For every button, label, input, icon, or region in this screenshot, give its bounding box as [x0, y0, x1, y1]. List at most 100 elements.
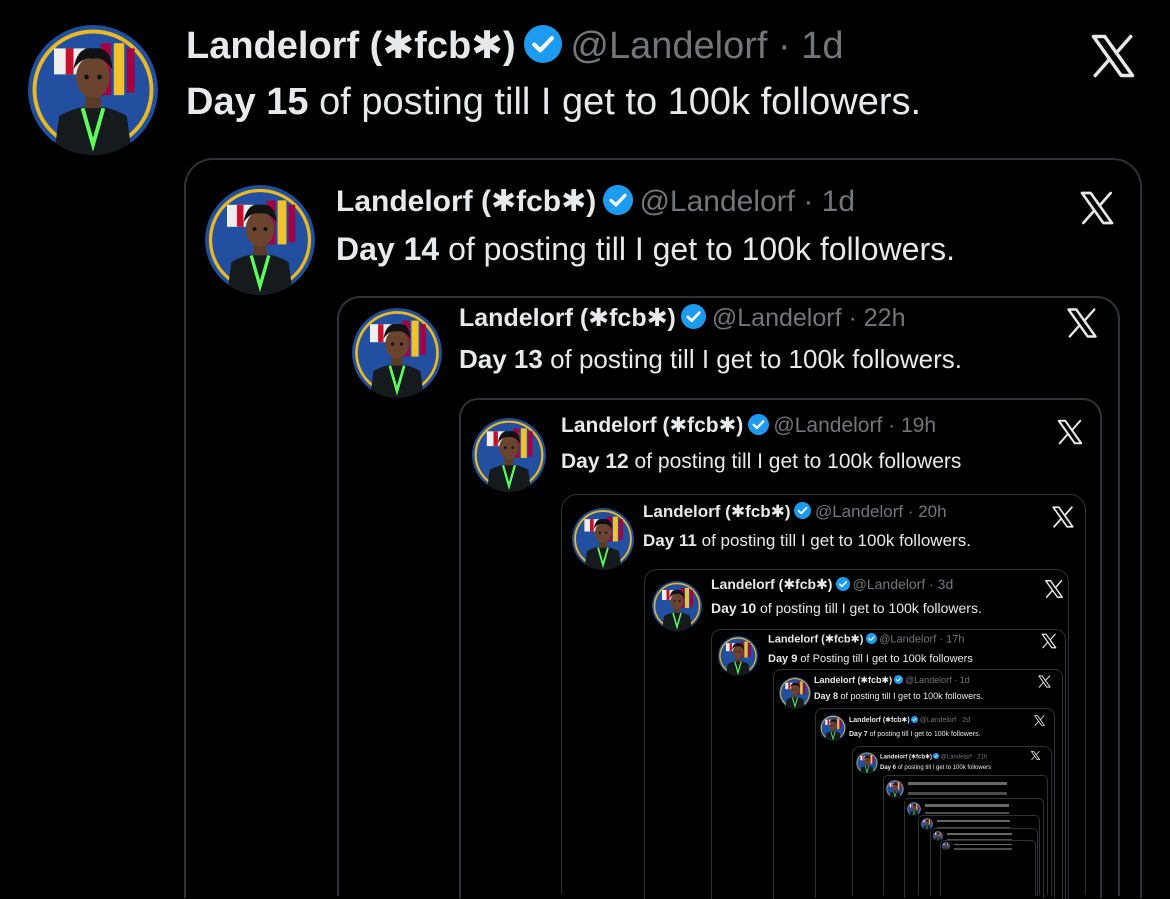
display-name[interactable]: Landelorf (✱fcb✱) — [768, 634, 863, 646]
display-name[interactable]: Landelorf (✱fcb✱) — [711, 576, 832, 592]
timestamp[interactable]: · 3d — [929, 576, 953, 592]
avatar[interactable] — [820, 715, 846, 741]
avatar[interactable] — [572, 508, 634, 570]
avatar — [942, 842, 950, 850]
tweet-text-rest: of posting till I get to 100k followers — [629, 450, 962, 473]
tweet-text-rest: of posting till I get to 100k followers. — [439, 231, 955, 267]
display-name[interactable]: Landelorf (✱fcb✱) — [561, 414, 743, 437]
avatar[interactable] — [472, 418, 546, 492]
avatar[interactable] — [856, 752, 878, 774]
x-logo-icon — [1055, 417, 1085, 447]
verified-badge-icon — [911, 716, 918, 723]
tweet-text: Day 10 of posting till I get to 100k fol… — [711, 600, 982, 617]
display-name[interactable]: Landelorf (✱fcb✱) — [880, 754, 932, 760]
avatar[interactable] — [718, 636, 758, 676]
x-logo-icon — [1064, 305, 1100, 341]
avatar[interactable] — [205, 185, 315, 295]
timestamp[interactable]: · 1d — [778, 25, 843, 67]
username-handle[interactable]: @Landelorf — [773, 414, 882, 437]
text-line — [954, 844, 1012, 845]
tweet-header: Landelorf (✱fcb✱) @Landelorf · 22h — [459, 303, 905, 333]
timestamp[interactable]: · 22h — [848, 304, 905, 332]
verified-badge-icon — [894, 675, 903, 684]
tweet-text-rest: of posting till I get to 100k followers — [896, 765, 991, 771]
x-logo-icon — [1040, 632, 1058, 650]
x-logo-icon — [1037, 674, 1052, 689]
verified-badge-icon — [748, 414, 769, 435]
tweet-text-rest: of posting till I get to 100k followers. — [838, 691, 983, 701]
tweet-text: Day 11 of posting till I get to 100k fol… — [643, 531, 971, 551]
timestamp[interactable]: · 17h — [939, 634, 964, 646]
tweet-text: Day 7 of posting till I get to 100k foll… — [849, 731, 981, 739]
username-handle[interactable]: @Landelorf — [815, 502, 903, 521]
display-name[interactable]: Landelorf (✱fcb✱) — [814, 675, 892, 685]
day-count: Day 7 — [849, 731, 868, 738]
tweet-text: Day 8 of posting till I get to 100k foll… — [814, 691, 983, 702]
tweet-text: Day 12 of posting till I get to 100k fol… — [561, 449, 961, 474]
x-logo-icon — [1033, 714, 1046, 727]
username-handle[interactable]: @Landelorf — [853, 576, 926, 592]
timestamp[interactable]: · 1d — [803, 185, 855, 218]
avatar — [907, 802, 921, 816]
tweet-header: Landelorf (✱fcb✱) @Landelorf · 3d — [711, 576, 953, 593]
tweet-header: Landelorf (✱fcb✱) @Landelorf · 20h — [643, 502, 947, 522]
day-count: Day 11 — [643, 531, 697, 550]
display-name[interactable]: Landelorf (✱fcb✱) — [336, 185, 596, 218]
timestamp[interactable]: · 19h — [888, 414, 936, 437]
display-name[interactable]: Landelorf (✱fcb✱) — [849, 717, 910, 724]
text-line — [908, 782, 1007, 785]
timestamp[interactable]: · 21h — [973, 754, 987, 760]
tweet-text: Day 9 of Posting till I get to 100k foll… — [768, 653, 973, 666]
avatar[interactable] — [28, 25, 158, 155]
timestamp[interactable]: · 1d — [954, 675, 970, 685]
tweet-text-rest: of posting till I get to 100k followers. — [309, 81, 922, 123]
text-line — [925, 804, 1009, 807]
x-logo-icon — [1050, 504, 1076, 530]
tweet-header: Landelorf (✱fcb✱) @Landelorf · 1d — [814, 675, 970, 686]
username-handle[interactable]: @Landelorf — [712, 304, 842, 332]
avatar[interactable] — [652, 581, 702, 631]
text-line — [925, 812, 1009, 815]
username-handle[interactable]: @Landelorf — [879, 634, 936, 646]
text-line — [947, 833, 1012, 835]
verified-badge-icon — [524, 25, 562, 63]
username-handle[interactable]: @Landelorf — [905, 675, 952, 685]
username-handle[interactable]: @Landelorf — [920, 717, 956, 724]
verified-badge-icon — [836, 577, 850, 591]
day-count: Day 10 — [711, 600, 756, 616]
tweet-text: Day 13 of posting till I get to 100k fol… — [459, 344, 962, 375]
tweet-header: Landelorf (✱fcb✱) @Landelorf · 17h — [768, 633, 964, 647]
day-count: Day 13 — [459, 344, 543, 374]
tweet-header: Landelorf (✱fcb✱) @Landelorf · 2d — [849, 716, 970, 726]
tweet-text-rest: of posting till I get to 100k followers. — [697, 531, 971, 550]
display-name[interactable]: Landelorf (✱fcb✱) — [459, 304, 676, 332]
tweet-text: Day 14 of posting till I get to 100k fol… — [336, 230, 955, 268]
avatar[interactable] — [779, 677, 811, 709]
tweet-text-rest: of posting till I get to 100k followers. — [543, 344, 962, 374]
username-handle[interactable]: @Landelorf — [570, 25, 767, 67]
verified-badge-icon — [794, 502, 811, 519]
x-logo-icon — [1030, 750, 1041, 761]
verified-badge-icon — [933, 753, 939, 759]
timestamp[interactable]: · 2d — [958, 717, 970, 724]
tweet-text-rest: of posting till I get to 100k followers. — [756, 600, 982, 616]
text-line — [908, 792, 1007, 795]
day-count: Day 6 — [880, 765, 896, 771]
verified-badge-icon — [603, 185, 633, 215]
timestamp[interactable]: · 20h — [908, 502, 947, 521]
tweet-header: Landelorf (✱fcb✱) @Landelorf · 1d — [186, 24, 843, 70]
x-logo-icon — [1043, 578, 1065, 600]
day-count: Day 9 — [768, 653, 797, 665]
username-handle[interactable]: @Landelorf — [941, 754, 972, 760]
text-line — [954, 848, 1012, 849]
display-name[interactable]: Landelorf (✱fcb✱) — [186, 25, 516, 67]
tweet-text-rest: of Posting till I get to 100k followers — [797, 653, 972, 665]
day-count: Day 12 — [561, 450, 629, 473]
avatar — [933, 831, 943, 841]
username-handle[interactable]: @Landelorf — [639, 185, 795, 218]
tweet-text: Day 6 of posting till I get to 100k foll… — [880, 765, 991, 772]
display-name[interactable]: Landelorf (✱fcb✱) — [643, 502, 790, 521]
avatar[interactable] — [352, 308, 442, 398]
tweet-text: Day 15 of posting till I get to 100k fol… — [186, 80, 921, 126]
verified-badge-icon — [681, 304, 706, 329]
